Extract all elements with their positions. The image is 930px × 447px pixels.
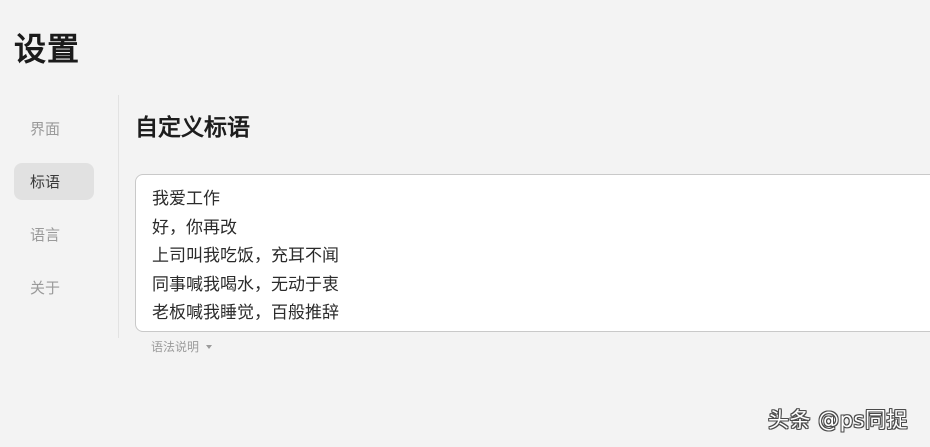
sidebar-divider — [118, 95, 119, 338]
slogan-line: 上司叫我吃饭，充耳不闻 — [152, 246, 339, 266]
sidebar-item-label: 界面 — [30, 120, 61, 138]
sidebar-item-label: 语言 — [30, 226, 61, 244]
caret-down-icon — [206, 345, 213, 349]
section-title: 自定义标语 — [135, 115, 250, 141]
sidebar-item-interface[interactable]: 界面 — [14, 110, 94, 147]
sidebar-item-language[interactable]: 语言 — [14, 216, 94, 253]
sidebar-nav: 界面 标语 语言 关于 — [14, 110, 94, 322]
sidebar-item-slogan[interactable]: 标语 — [14, 163, 94, 200]
sidebar-item-about[interactable]: 关于 — [14, 269, 94, 306]
slogan-textarea[interactable]: 我爱工作 好，你再改 上司叫我吃饭，充耳不闻 同事喊我喝水，无动于衷 老板喊我睡… — [135, 174, 930, 332]
slogan-line: 好，你再改 — [152, 217, 237, 238]
slogan-line: 老板喊我睡觉，百般推辞 — [152, 303, 339, 323]
sidebar-item-label: 标语 — [30, 173, 61, 191]
syntax-help-label: 语法说明 — [151, 340, 200, 354]
watermark: 头条 @ps同捉 — [768, 408, 908, 432]
slogan-line: 同事喊我喝水，无动于衷 — [152, 274, 339, 295]
slogan-line: 我爱工作 — [152, 189, 220, 209]
syntax-help-toggle[interactable]: 语法说明 — [151, 338, 213, 355]
page-title: 设置 — [14, 30, 81, 68]
sidebar-item-label: 关于 — [30, 279, 61, 297]
